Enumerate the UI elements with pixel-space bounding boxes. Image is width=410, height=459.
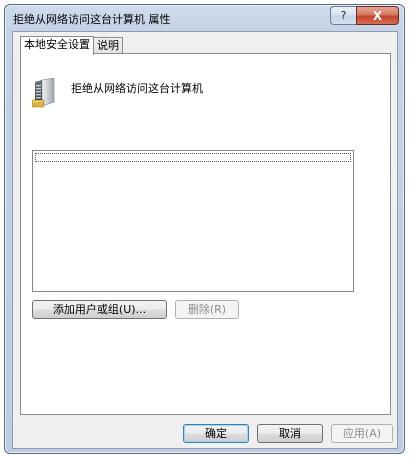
window-title: 拒绝从网络访问这台计算机 属性 xyxy=(13,13,171,26)
policy-heading: 拒绝从网络访问这台计算机 xyxy=(71,82,203,95)
ok-button[interactable]: 确定 xyxy=(183,424,249,443)
apply-button[interactable]: 应用(A) xyxy=(331,424,393,443)
server-icon xyxy=(32,78,55,108)
tab-page: 拒绝从网络访问这台计算机 添加用户或组(U)... 删除(R) xyxy=(20,53,391,415)
tab-strip: 本地安全设置 说明 xyxy=(20,36,123,55)
cancel-button[interactable]: 取消 xyxy=(257,424,323,443)
tab-local-security-setting[interactable]: 本地安全设置 xyxy=(20,36,94,55)
caption-buttons: ? X xyxy=(330,6,399,25)
tab-explain[interactable]: 说明 xyxy=(93,37,123,54)
remove-button[interactable]: 删除(R) xyxy=(175,300,239,319)
help-icon: ? xyxy=(340,9,347,22)
title-bar[interactable]: 拒绝从网络访问这台计算机 属性 ? X xyxy=(5,5,404,31)
help-button[interactable]: ? xyxy=(330,6,356,25)
add-user-or-group-button[interactable]: 添加用户或组(U)... xyxy=(32,300,167,319)
close-icon: X xyxy=(372,8,383,23)
users-groups-list[interactable] xyxy=(32,150,354,292)
dialog-client-area: 本地安全设置 说明 拒绝从网络访问这台计算机 添加用户或组(U)... 删除(R… xyxy=(12,31,398,449)
close-button[interactable]: X xyxy=(356,6,399,25)
list-focus-rect xyxy=(35,153,351,162)
properties-dialog: 拒绝从网络访问这台计算机 属性 ? X 本地安全设置 说明 拒绝从网络访问这台计… xyxy=(4,4,405,454)
